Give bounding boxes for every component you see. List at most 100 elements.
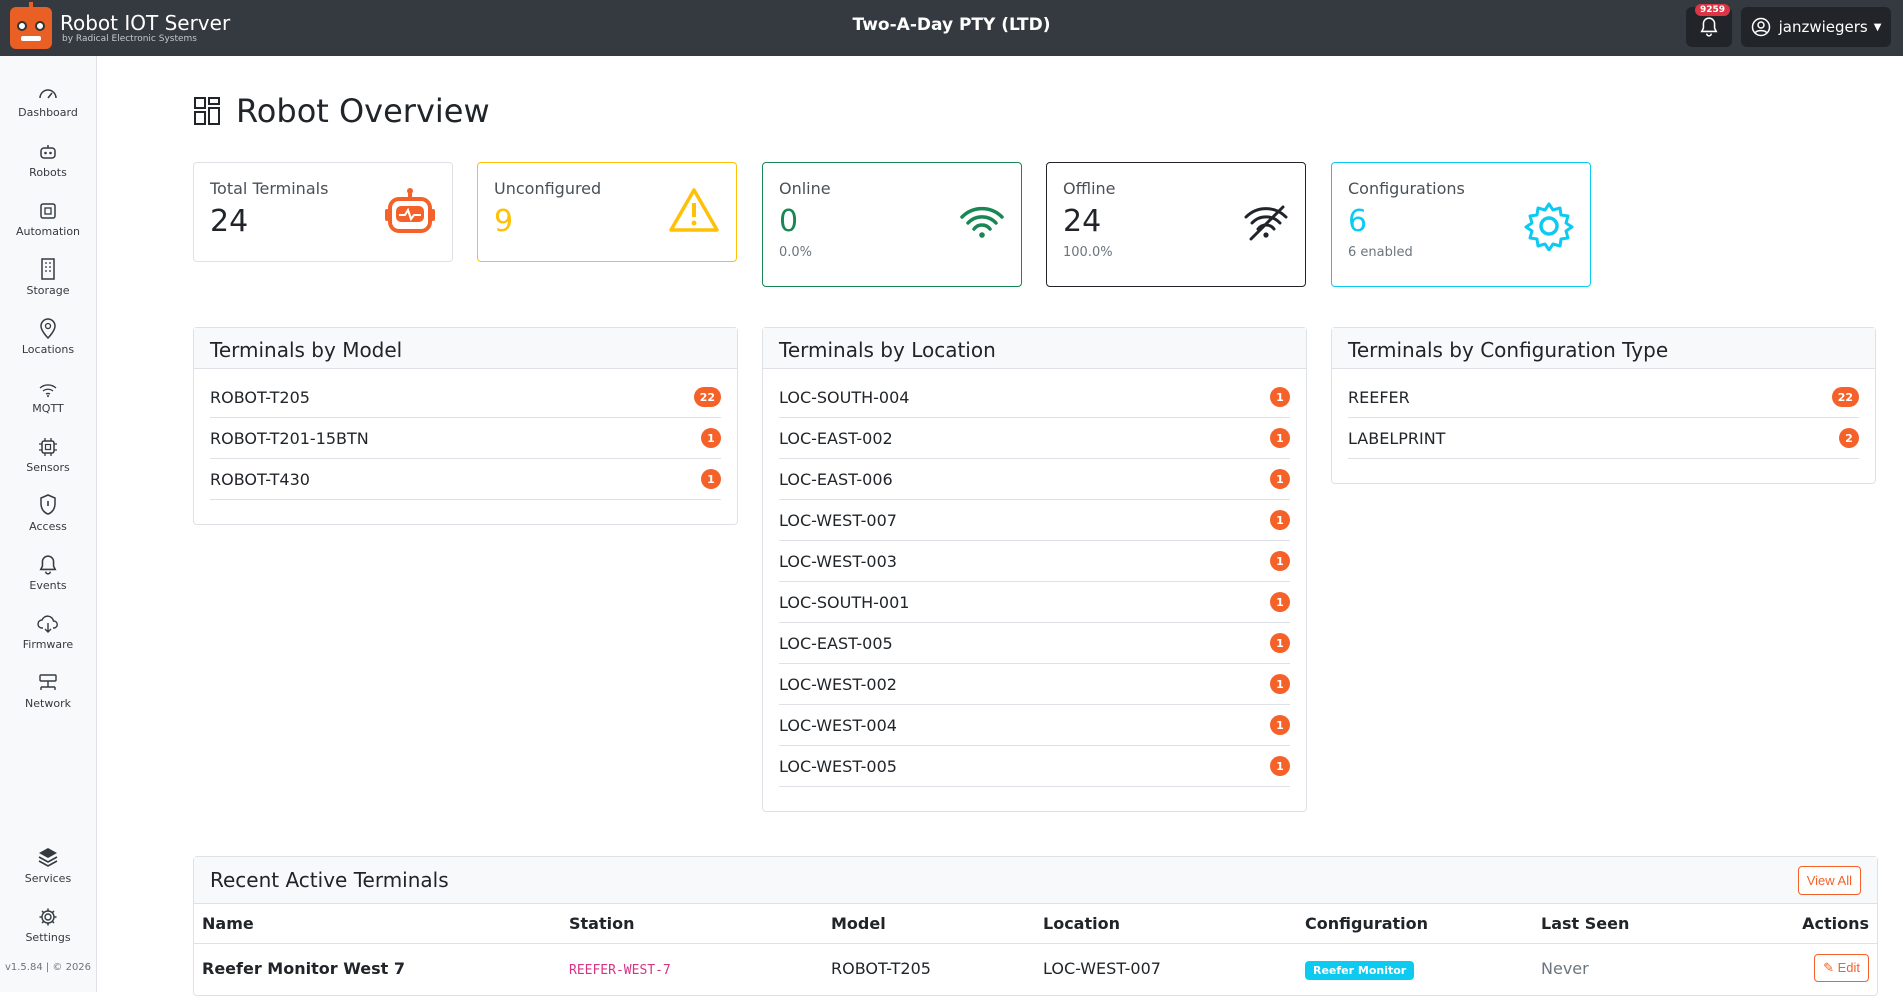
count-badge: 1	[1270, 633, 1290, 653]
terminal-model: ROBOT-T205	[831, 958, 931, 978]
robot-icon	[40, 145, 56, 159]
list-item: ROBOT-T205 22	[210, 377, 721, 418]
sidebar-item-settings[interactable]: Settings	[0, 899, 96, 944]
list-item: ROBOT-T430 1	[210, 459, 721, 500]
count-badge: 1	[1270, 674, 1290, 694]
count-badge: 2	[1839, 428, 1859, 448]
card-title: Terminals by Configuration Type	[1332, 328, 1875, 369]
configuration-badge: Reefer Monitor	[1305, 960, 1415, 980]
table-row[interactable]: Reefer Monitor West 7 REEFER-WEST-7 ROBO…	[194, 944, 1877, 993]
column-header-name[interactable]: Name	[194, 904, 561, 944]
notification-count-badge: 9259	[1694, 4, 1730, 16]
item-name: LOC-EAST-002	[779, 428, 893, 448]
chip-icon	[39, 438, 57, 456]
stat-card-online: Online 0 0.0%	[762, 162, 1022, 287]
sidebar-item-locations[interactable]: Locations	[0, 311, 96, 356]
count-badge: 1	[1270, 715, 1290, 735]
sidebar-item-label: Settings	[25, 931, 71, 944]
stat-card-configurations: Configurations 6 6 enabled	[1331, 162, 1591, 287]
grid-icon	[194, 97, 220, 125]
terminal-name[interactable]: Reefer Monitor West 7	[194, 944, 561, 993]
sidebar-item-firmware[interactable]: Firmware	[0, 606, 96, 651]
sidebar-item-mqtt[interactable]: MQTT	[0, 370, 96, 415]
recent-active-terminals-card: Recent Active Terminals View All Name St…	[193, 856, 1878, 996]
sidebar-item-label: Storage	[26, 284, 70, 297]
sidebar-item-robots[interactable]: Robots	[0, 134, 96, 179]
item-name: LABELPRINT	[1348, 428, 1446, 448]
sidebar-item-services[interactable]: Services	[0, 840, 96, 885]
sidebar-item-label: Automation	[15, 225, 81, 238]
user-circle-icon	[1751, 17, 1770, 37]
list-item: LOC-WEST-004 1	[779, 705, 1290, 746]
card-title: Terminals by Model	[194, 328, 737, 369]
item-name: REEFER	[1348, 387, 1410, 407]
count-badge: 1	[1270, 756, 1290, 776]
sidebar-item-network[interactable]: Network	[0, 665, 96, 710]
count-badge: 1	[1270, 428, 1290, 448]
sidebar-item-label: MQTT	[32, 402, 64, 415]
station-code: REEFER-WEST-7	[569, 962, 671, 978]
column-header-model[interactable]: Model	[823, 904, 1035, 944]
stat-card-offline: Offline 24 100.0%	[1046, 162, 1306, 287]
sidebar-item-sensors[interactable]: Sensors	[0, 429, 96, 474]
notifications-button[interactable]: 9259	[1686, 4, 1732, 47]
map-pin-icon	[40, 318, 56, 339]
pencil-icon: ✎	[1823, 960, 1834, 975]
list-item: LOC-EAST-005 1	[779, 623, 1290, 664]
terminal-location: LOC-WEST-007	[1043, 958, 1161, 978]
column-header-location[interactable]: Location	[1035, 904, 1297, 944]
list-item: REEFER 22	[1348, 377, 1859, 418]
column-header-configuration[interactable]: Configuration	[1297, 904, 1533, 944]
stat-label: Configurations	[1348, 179, 1465, 198]
sidebar-item-dashboard[interactable]: Dashboard	[0, 74, 96, 119]
app-subtitle: by Radical Electronic Systems	[62, 34, 197, 44]
item-name: LOC-WEST-003	[779, 551, 897, 571]
sidebar-item-label: Access	[29, 520, 67, 533]
sidebar-item-storage[interactable]: Storage	[0, 252, 96, 297]
sidebar-item-events[interactable]: Events	[0, 547, 96, 592]
cpu-icon	[40, 203, 56, 219]
sidebar-item-automation[interactable]: Automation	[0, 193, 96, 238]
sidebar-item-label: Robots	[29, 166, 67, 179]
layers-icon	[38, 848, 58, 867]
terminals-by-config-type-card: Terminals by Configuration Type REEFER 22…	[1331, 327, 1876, 484]
gear-icon	[1524, 201, 1574, 255]
edit-button[interactable]: ✎ Edit	[1814, 954, 1869, 982]
item-name: ROBOT-T430	[210, 469, 310, 489]
sidebar: Dashboard Robots Automation Storage Loca…	[0, 56, 97, 992]
column-header-station[interactable]: Station	[561, 904, 823, 944]
count-badge: 1	[1270, 592, 1290, 612]
item-name: LOC-WEST-007	[779, 510, 897, 530]
item-name: LOC-WEST-005	[779, 756, 897, 776]
page-header: Robot Overview	[194, 92, 490, 130]
warning-icon	[668, 187, 720, 237]
sidebar-item-access[interactable]: Access	[0, 488, 96, 533]
card-title: Recent Active Terminals	[210, 868, 449, 892]
list-item: LOC-EAST-002 1	[779, 418, 1290, 459]
user-menu-button[interactable]: janzwiegers ▼	[1741, 7, 1891, 47]
count-badge: 22	[693, 387, 721, 407]
terminals-by-model-card: Terminals by Model ROBOT-T205 22 ROBOT-T2…	[193, 327, 738, 525]
sidebar-item-label: Dashboard	[18, 106, 78, 119]
column-header-last-seen[interactable]: Last Seen	[1533, 904, 1733, 944]
card-title: Terminals by Location	[763, 328, 1306, 369]
list-item: LOC-WEST-005 1	[779, 746, 1290, 787]
list-item: LOC-SOUTH-004 1	[779, 377, 1290, 418]
robot-logo-icon	[10, 2, 52, 49]
sidebar-item-label: Events	[29, 579, 67, 592]
count-badge: 22	[1831, 387, 1859, 407]
stat-card-unconfigured: Unconfigured 9	[477, 162, 737, 262]
brand-link[interactable]: Robot IOT Server by Radical Electronic S…	[10, 2, 231, 49]
robot-icon	[384, 187, 436, 241]
edit-label: Edit	[1837, 960, 1860, 975]
wifi-off-icon	[1243, 205, 1289, 245]
sidebar-item-label: Services	[24, 872, 72, 885]
wifi-icon	[39, 384, 57, 397]
app-title: Robot IOT Server	[60, 11, 231, 35]
item-name: LOC-SOUTH-004	[779, 387, 910, 407]
stat-label: Offline	[1063, 179, 1116, 198]
terminals-by-location-card: Terminals by Location LOC-SOUTH-004 1 LOC…	[762, 327, 1307, 812]
network-icon	[39, 674, 57, 690]
view-all-button[interactable]: View All	[1797, 865, 1861, 895]
username: janzwiegers	[1778, 18, 1868, 36]
